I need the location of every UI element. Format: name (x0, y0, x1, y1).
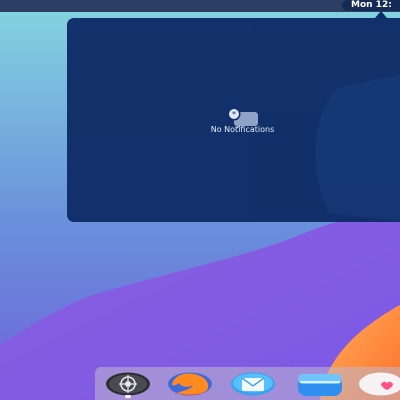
mail-icon[interactable] (230, 372, 276, 396)
firefox-icon[interactable] (167, 372, 213, 396)
top-bar (0, 0, 400, 12)
svg-text:*: * (232, 110, 236, 119)
files-icon[interactable] (296, 372, 342, 396)
heart-app-icon[interactable] (358, 372, 400, 396)
running-indicator (125, 395, 131, 398)
popover-arrow (375, 11, 387, 18)
no-notifications-label: No Notifications (210, 125, 275, 134)
clock-button[interactable]: Mon 12: (342, 0, 400, 11)
system-settings-icon[interactable] (105, 372, 151, 396)
